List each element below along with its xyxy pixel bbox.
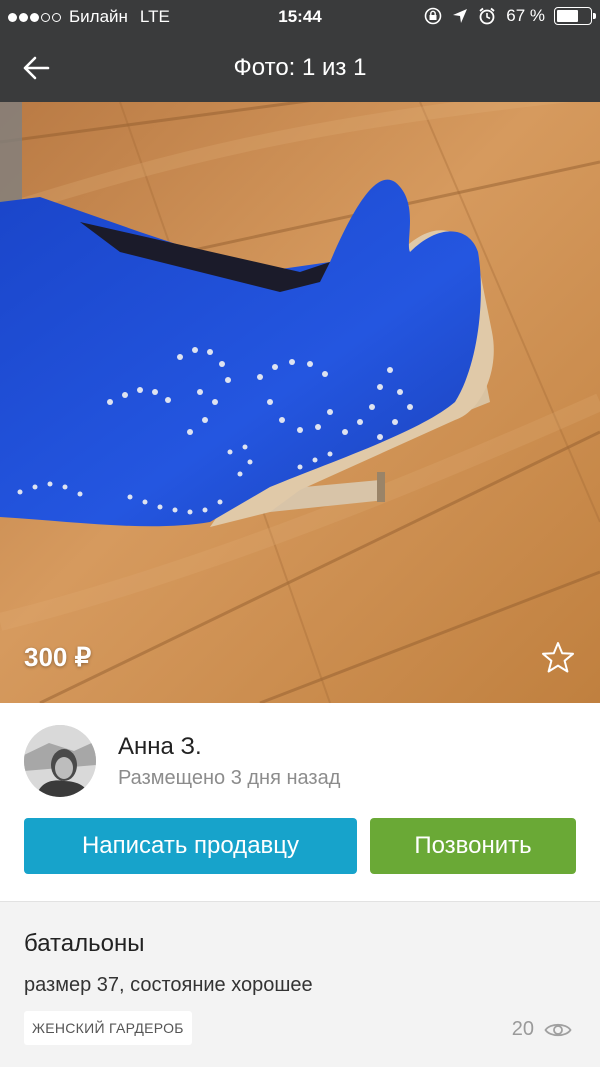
location-arrow-icon <box>453 9 468 23</box>
battery-fill <box>557 10 579 22</box>
listing-photo[interactable]: 300 ₽ <box>0 102 600 703</box>
item-description: размер 37, состояние хорошее <box>24 974 313 996</box>
star-outline-icon <box>542 642 574 673</box>
item-title: батальоны <box>24 930 145 957</box>
views-counter: 20 <box>512 1018 572 1041</box>
alarm-icon <box>479 7 495 25</box>
posted-time: Размещено 3 дня назад <box>118 767 341 789</box>
battery-percent: 67 % <box>506 6 545 25</box>
call-button[interactable]: Позвонить <box>370 818 576 874</box>
price-label: 300 ₽ <box>24 642 92 672</box>
boot-photo-image <box>0 102 600 703</box>
page-title: Фото: 1 из 1 <box>233 54 367 81</box>
category-tag[interactable]: ЖЕНСКИЙ ГАРДЕРОБ <box>24 1011 192 1045</box>
eye-icon <box>544 1023 572 1036</box>
nav-bar: Фото: 1 из 1 <box>0 34 600 102</box>
battery-icon <box>554 7 596 25</box>
seller-name: Анна З. <box>118 733 202 760</box>
status-bar: Билайн LTE 15:44 67 % <box>0 0 600 34</box>
avatar-photo <box>24 725 96 797</box>
rotation-lock-icon <box>424 7 442 25</box>
seller-section: Анна З. Размещено 3 дня назад Написать п… <box>0 703 600 901</box>
favorite-button[interactable] <box>540 640 576 676</box>
message-seller-button[interactable]: Написать продавцу <box>24 818 357 874</box>
views-count: 20 <box>511 1018 534 1040</box>
seller-avatar[interactable] <box>24 725 96 797</box>
item-details: батальоны размер 37, состояние хорошее Ж… <box>0 901 600 1067</box>
